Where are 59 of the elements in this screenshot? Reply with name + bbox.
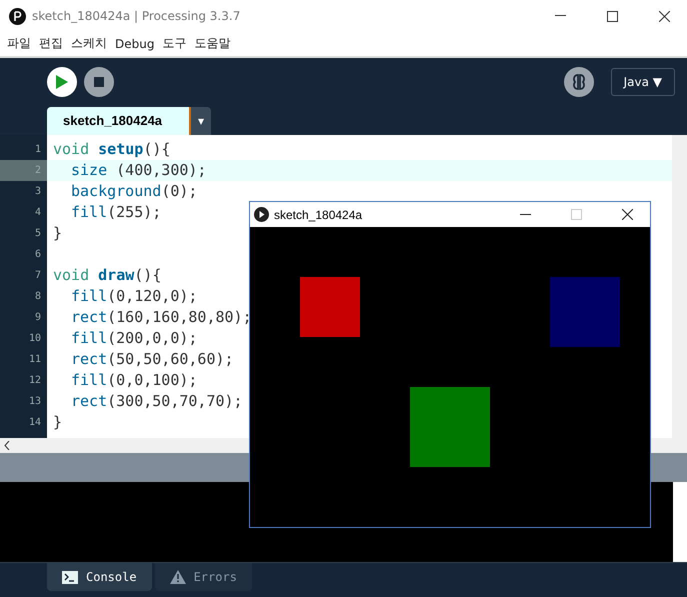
warning-icon [170,570,186,584]
menu-item[interactable]: 도구 [162,35,186,52]
play-logo-icon [254,207,269,222]
app-logo-icon [9,8,26,24]
line-number: 5 [34,226,42,241]
code-line: rect(160,160,80,80); [71,306,252,328]
vertical-scrollbar[interactable] [672,134,687,438]
console-scrollbar[interactable] [673,482,687,562]
code-line: fill(255); [71,202,162,223]
play-icon [56,75,68,90]
code-line: background(0); [71,180,198,202]
minimize-icon [520,214,530,216]
sketch-tab[interactable]: sketch_180424a [47,106,192,135]
code-line: void draw(){ [53,264,162,286]
menu-item[interactable]: 도움말 [194,35,230,52]
line-number: 8 [34,290,42,304]
code-line: rect(300,50,70,70); [71,390,243,412]
line-number: 7 [34,268,42,283]
line-number: 4 [34,206,42,220]
menu-item[interactable]: 스케치 [71,35,107,52]
code-line: fill(0,120,0); [71,286,198,307]
maximize-icon [570,209,582,220]
line-number: 6 [34,248,42,262]
minimize-icon [554,15,566,17]
code-line: rect(50,50,60,60); [71,348,234,370]
run-button[interactable] [47,67,77,98]
menu-item[interactable]: Debug [115,36,154,51]
line-number: 10 [28,332,42,346]
line-number: 11 [28,352,42,367]
close-icon [622,209,632,220]
menu-item[interactable]: 편집 [39,35,63,52]
line-number: 1 [34,142,42,157]
line-number: 12 [28,374,42,388]
stop-button[interactable] [84,67,114,98]
code-line: } [53,222,62,244]
line-number: 2 [0,160,47,181]
code-line: } [53,412,62,433]
line-number: 9 [34,310,42,325]
menu-item[interactable]: 파일 [7,35,31,52]
butterfly-icon [570,73,587,92]
window-title: sketch_180424a | Processing 3.3.7 [32,9,242,23]
stop-icon [94,77,104,88]
maximize-icon [606,10,618,22]
code-line: size (400,300); [71,160,206,181]
line-number: 3 [34,184,42,199]
scroll-left-icon[interactable] [4,440,10,450]
close-icon [658,10,670,22]
line-number: 14 [28,416,42,430]
code-line: fill(0,0,100); [71,370,198,391]
code-line: void setup(){ [53,138,170,160]
panel-tab[interactable]: Errors [154,563,252,592]
code-line: fill(200,0,0); [71,328,198,349]
tab-menu-button[interactable]: ▾ [191,106,212,135]
panel-tab[interactable]: Console [47,563,152,592]
mode-dropdown[interactable]: Java ▼ [610,68,675,96]
debugger-button[interactable] [564,67,594,98]
terminal-icon [62,570,78,584]
line-number: 13 [28,394,42,409]
sketch-window-title: sketch_180424a [274,208,364,222]
